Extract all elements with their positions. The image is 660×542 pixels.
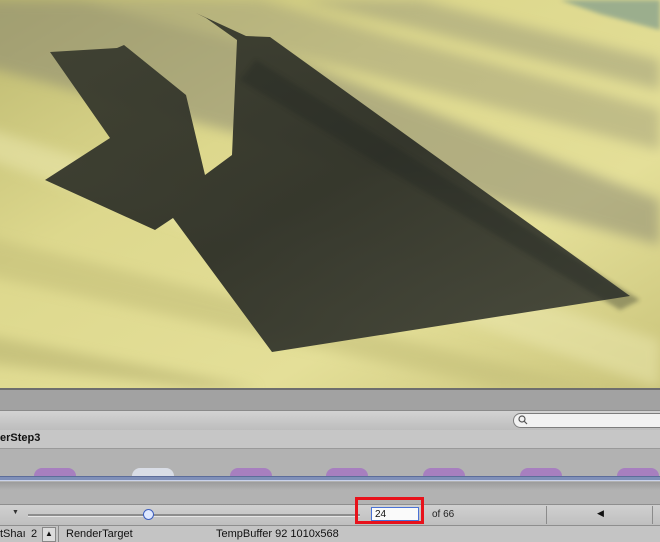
event-slider[interactable] (28, 514, 360, 517)
event-title-row: erStep3 (0, 430, 660, 449)
properties-row: tShaı 2 ▲ RenderTarget TempBuffer 92 101… (0, 525, 660, 542)
event-count-label: of 66 (432, 509, 455, 520)
splitter[interactable] (0, 390, 660, 410)
count-value: 2 (31, 528, 38, 540)
timeline-track (0, 476, 660, 481)
search-icon (518, 415, 528, 425)
triangle-left-icon[interactable]: ◀ (597, 508, 604, 519)
event-slider-thumb[interactable] (143, 509, 154, 520)
timeline-marker-selected[interactable] (132, 468, 174, 476)
shader-cell: tShaı (0, 528, 26, 540)
render-viewport (0, 0, 660, 388)
arrow-up-icon[interactable]: ▲ (42, 527, 56, 542)
timeline-marker[interactable] (34, 468, 76, 476)
event-title: erStep3 (0, 432, 41, 444)
shadow-render-image (0, 0, 660, 388)
separator (58, 526, 59, 542)
separator (652, 506, 653, 524)
separator (546, 506, 547, 524)
timeline-marker[interactable] (326, 468, 368, 476)
chevron-down-icon[interactable]: ▼ (12, 509, 19, 516)
render-target-label: RenderTarget (66, 528, 133, 540)
timeline-marker[interactable] (520, 468, 562, 476)
event-timeline[interactable] (0, 449, 660, 504)
search-input[interactable] (513, 413, 660, 428)
timeline-marker[interactable] (617, 468, 659, 476)
event-scrubber-bar: ▼ of 66 ◀ (0, 504, 660, 525)
highlight-box (355, 497, 424, 524)
timeline-marker[interactable] (230, 468, 272, 476)
timeline-track-shadow (0, 482, 660, 490)
frame-debugger-toolbar (0, 410, 660, 431)
buffer-info: TempBuffer 92 1010x568 (216, 528, 339, 540)
timeline-marker[interactable] (423, 468, 465, 476)
